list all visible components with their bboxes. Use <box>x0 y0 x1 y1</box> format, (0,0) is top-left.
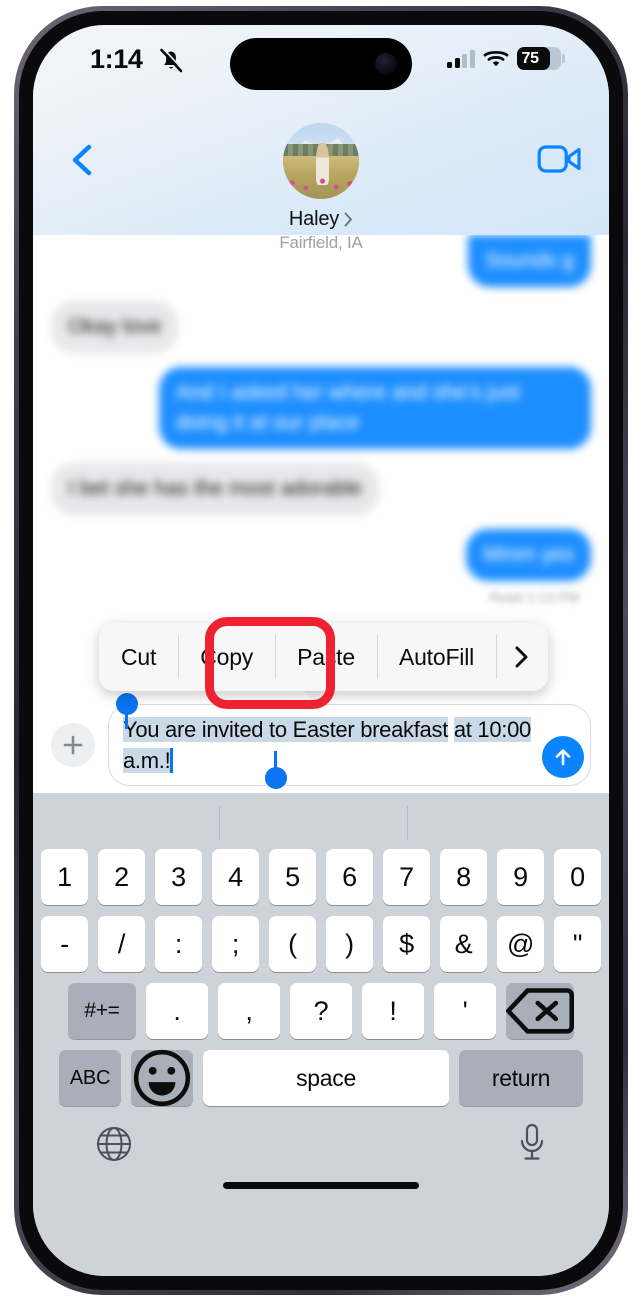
arrow-up-icon <box>555 749 571 766</box>
key-,[interactable]: , <box>218 983 280 1039</box>
key-4[interactable]: 4 <box>212 849 259 905</box>
message-input-field[interactable]: You are invited to Easter breakfast at 1… <box>108 693 591 789</box>
emoji-key[interactable] <box>131 1049 193 1107</box>
message-input-line1: You are invited to Easter breakfast <box>123 717 449 742</box>
dynamic-island[interactable] <box>230 38 412 90</box>
bell-slash-icon <box>160 47 184 73</box>
chevron-right-icon <box>344 212 353 227</box>
received-message-bubble[interactable]: I bet she has the most adorable <box>51 463 380 515</box>
key--[interactable]: - <box>41 916 88 972</box>
contact-name-row[interactable]: Haley <box>289 208 353 231</box>
selection-end-handle[interactable] <box>265 751 287 789</box>
contact-subtitle: Fairfield, IA <box>279 233 363 252</box>
front-camera-lens <box>375 53 397 75</box>
message-row[interactable]: I bet she has the most adorable <box>33 463 609 515</box>
punctuation-keys: .,?! ' <box>146 983 496 1039</box>
keyboard-row-numbers: 1234567890 <box>33 849 609 905</box>
attachments-plus-button[interactable] <box>51 723 95 767</box>
backspace-icon <box>506 988 574 1034</box>
key-/[interactable]: / <box>98 916 145 972</box>
key-$[interactable]: $ <box>383 916 430 972</box>
contact-name: Haley <box>288 208 340 230</box>
key-&[interactable]: & <box>440 916 487 972</box>
key-@[interactable]: @ <box>497 916 544 972</box>
microphone-icon <box>520 1123 544 1160</box>
wifi-icon <box>483 50 508 67</box>
key-6[interactable]: 6 <box>326 849 373 905</box>
chevron-right-icon <box>515 646 528 668</box>
on-screen-keyboard[interactable]: 1234567890 - /:;() $ & @ " #+= .,?! ' ABC <box>33 793 609 1276</box>
globe-key[interactable] <box>95 1125 133 1163</box>
cut-menu-item[interactable]: Cut <box>99 623 178 691</box>
avatar-flowers <box>283 176 359 193</box>
abc-key[interactable]: ABC <box>59 1050 121 1106</box>
message-row[interactable]: Mmm yes <box>33 529 609 581</box>
keyboard-row-punctuation: #+= .,?! ' <box>33 983 609 1039</box>
paste-menu-item[interactable]: Paste <box>275 623 377 691</box>
phone-screen: Haley Fairfield, IA 1:14 75 Sounds g Oka… <box>33 25 609 1276</box>
key-([interactable]: ( <box>269 916 316 972</box>
received-message-bubble[interactable]: Okay love <box>51 301 179 353</box>
key-7[interactable]: 7 <box>383 849 430 905</box>
predictive-bar[interactable] <box>33 797 609 849</box>
keyboard-row-bottom: ABC space return <box>33 1049 609 1107</box>
message-input-text: You are invited to Easter breakfast at 1… <box>123 714 538 776</box>
backspace-key[interactable] <box>506 983 574 1039</box>
keyboard-bottom-bar <box>33 1117 609 1209</box>
battery-indicator: 75 <box>516 47 561 70</box>
bubble-container: Sounds g Okay love And I asked her where a… <box>33 235 609 581</box>
emoji-smiley-icon <box>133 1049 191 1107</box>
battery-level-text: 75 <box>521 49 540 67</box>
edit-menu[interactable]: Cut Copy Paste AutoFill <box>99 623 549 691</box>
home-indicator[interactable] <box>223 1182 419 1189</box>
send-button[interactable] <box>542 736 584 778</box>
status-time: 1:14 <box>90 44 143 74</box>
message-row[interactable]: And I asked her where and she's just doi… <box>33 367 609 449</box>
key-'[interactable]: ' <box>434 983 496 1039</box>
message-row[interactable]: Okay love <box>33 301 609 353</box>
sent-message-bubble[interactable]: And I asked her where and she's just doi… <box>159 367 591 449</box>
selection-start-handle[interactable] <box>116 693 138 729</box>
plus-icon <box>63 735 83 755</box>
key-2[interactable]: 2 <box>98 849 145 905</box>
key-.[interactable]: . <box>146 983 208 1039</box>
key-;[interactable]: ; <box>212 916 259 972</box>
status-right-cluster: 75 <box>447 47 565 70</box>
key-3[interactable]: 3 <box>155 849 202 905</box>
edit-menu-more-button[interactable] <box>496 623 548 691</box>
dictation-key[interactable] <box>517 1123 547 1165</box>
keyboard-row-symbols: - /:;() $ & @ " <box>33 916 609 972</box>
key-)[interactable]: ) <box>326 916 373 972</box>
key-"[interactable]: " <box>554 916 601 972</box>
copy-menu-item[interactable]: Copy <box>178 623 275 691</box>
space-key[interactable]: space <box>203 1050 449 1106</box>
key-?[interactable]: ? <box>290 983 352 1039</box>
return-key[interactable]: return <box>459 1050 583 1106</box>
key-0[interactable]: 0 <box>554 849 601 905</box>
cellular-signal-icon <box>447 49 475 68</box>
key-5[interactable]: 5 <box>269 849 316 905</box>
key-8[interactable]: 8 <box>440 849 487 905</box>
key-:[interactable]: : <box>155 916 202 972</box>
contact-block[interactable]: Haley Fairfield, IA <box>33 123 609 253</box>
read-receipt: Read 1:13 PM <box>489 589 580 605</box>
globe-icon <box>97 1127 131 1161</box>
battery-cap <box>562 54 565 63</box>
avatar[interactable] <box>283 123 359 199</box>
text-caret <box>170 748 174 773</box>
key-9[interactable]: 9 <box>497 849 544 905</box>
key-1[interactable]: 1 <box>41 849 88 905</box>
symbol-shift-key[interactable]: #+= <box>68 983 136 1039</box>
key-![interactable]: ! <box>362 983 424 1039</box>
sent-message-bubble[interactable]: Mmm yes <box>466 529 591 581</box>
message-input-bar: You are invited to Easter breakfast at 1… <box>33 693 609 793</box>
autofill-menu-item[interactable]: AutoFill <box>376 623 496 691</box>
